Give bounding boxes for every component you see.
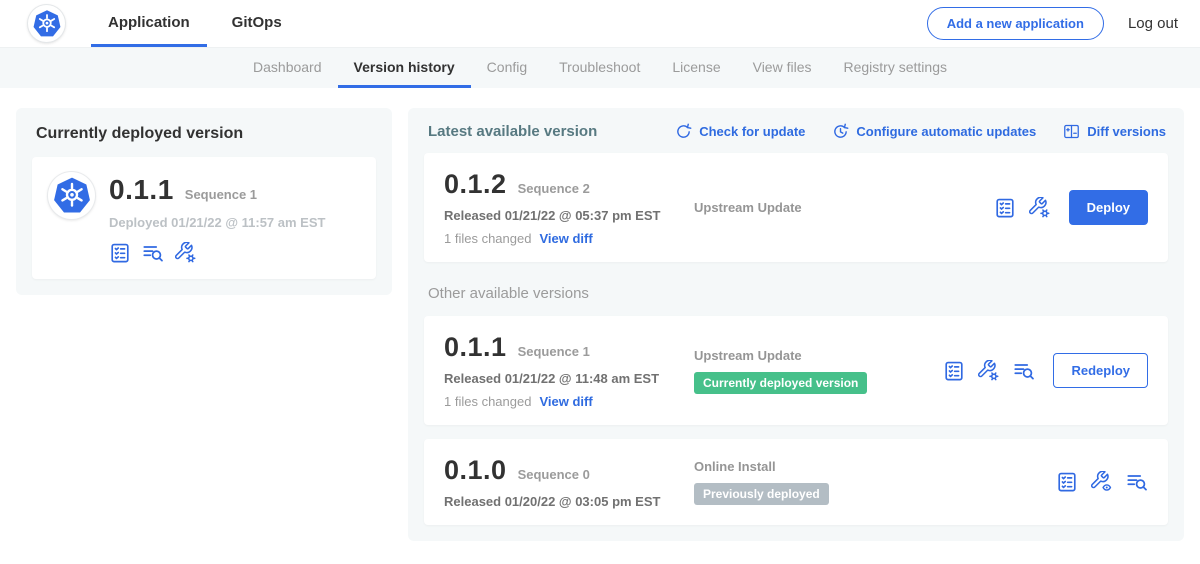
deployed-version-label: 0.1.1	[109, 174, 174, 206]
kubernetes-logo	[28, 5, 65, 42]
preflight-checks-icon[interactable]	[994, 197, 1016, 219]
header-right: Add a new application Log out	[927, 7, 1178, 40]
latest-version-header: Latest available version Check for updat…	[428, 123, 1166, 140]
version-info: 0.1.0 Sequence 0 Released 01/20/22 @ 03:…	[444, 455, 694, 509]
redeploy-button[interactable]: Redeploy	[1053, 353, 1148, 388]
version-info: 0.1.2 Sequence 2 Released 01/21/22 @ 05:…	[444, 169, 694, 246]
version-actions	[1056, 471, 1148, 493]
app-logo	[48, 172, 95, 219]
edit-config-icon[interactable]	[978, 360, 1000, 382]
tab-troubleshoot[interactable]: Troubleshoot	[543, 48, 656, 88]
version-row-0-1-0: 0.1.0 Sequence 0 Released 01/20/22 @ 03:…	[424, 439, 1168, 525]
source-label: Upstream Update	[694, 200, 802, 215]
tab-view-files[interactable]: View files	[737, 48, 828, 88]
currently-deployed-title: Currently deployed version	[36, 125, 376, 143]
released-timestamp: Released 01/20/22 @ 03:05 pm EST	[444, 494, 694, 509]
version-label: 0.1.1	[444, 332, 507, 363]
tab-config[interactable]: Config	[471, 48, 543, 88]
configure-automatic-updates-link[interactable]: Configure automatic updates	[832, 123, 1036, 140]
preflight-checks-icon[interactable]	[1056, 471, 1078, 493]
view-diff-link[interactable]: View diff	[539, 231, 592, 246]
schedule-update-icon	[832, 123, 849, 140]
version-actions: Redeploy	[943, 353, 1148, 388]
version-source: Upstream Update	[694, 200, 802, 215]
check-for-update-label: Check for update	[699, 124, 805, 139]
diff-icon	[1063, 123, 1080, 140]
configure-automatic-updates-label: Configure automatic updates	[856, 124, 1036, 139]
tab-application[interactable]: Application	[91, 0, 207, 47]
edit-config-icon[interactable]	[175, 242, 197, 264]
add-application-button[interactable]: Add a new application	[927, 7, 1104, 40]
previously-deployed-badge: Previously deployed	[694, 483, 829, 505]
version-info: 0.1.1 Sequence 1 Released 01/21/22 @ 11:…	[444, 332, 694, 409]
deploy-logs-icon[interactable]	[142, 242, 164, 264]
latest-version-title: Latest available version	[428, 123, 597, 140]
source-label: Upstream Update	[694, 348, 867, 363]
version-row-0-1-2: 0.1.2 Sequence 2 Released 01/21/22 @ 05:…	[424, 153, 1168, 262]
edit-config-icon[interactable]	[1029, 197, 1051, 219]
version-source: Upstream Update Currently deployed versi…	[694, 348, 867, 394]
diff-versions-link[interactable]: Diff versions	[1063, 123, 1166, 140]
refresh-icon	[675, 123, 692, 140]
panel-actions: Check for update Configure automatic upd…	[675, 123, 1166, 140]
deploy-logs-icon[interactable]	[1126, 471, 1148, 493]
sequence-label: Sequence 2	[518, 181, 590, 196]
view-config-icon[interactable]	[1091, 471, 1113, 493]
main-content: Currently deployed version 0.1.1 Sequenc…	[0, 88, 1200, 561]
version-history-panel: Latest available version Check for updat…	[408, 108, 1184, 541]
version-row-0-1-1: 0.1.1 Sequence 1 Released 01/21/22 @ 11:…	[424, 316, 1168, 425]
preflight-checks-icon[interactable]	[943, 360, 965, 382]
app-header: Application GitOps Add a new application…	[0, 0, 1200, 47]
tab-dashboard[interactable]: Dashboard	[237, 48, 338, 88]
version-source: Online Install Previously deployed	[694, 459, 829, 505]
diff-versions-label: Diff versions	[1087, 124, 1166, 139]
tab-license[interactable]: License	[656, 48, 736, 88]
check-for-update-link[interactable]: Check for update	[675, 123, 805, 140]
version-label: 0.1.0	[444, 455, 507, 486]
sequence-label: Sequence 1	[518, 344, 590, 359]
source-label: Online Install	[694, 459, 829, 474]
released-timestamp: Released 01/21/22 @ 05:37 pm EST	[444, 208, 694, 223]
currently-deployed-card: Currently deployed version 0.1.1 Sequenc…	[16, 108, 392, 295]
other-versions-title: Other available versions	[428, 285, 1164, 302]
deployed-sequence-label: Sequence 1	[185, 187, 257, 202]
deploy-button[interactable]: Deploy	[1069, 190, 1148, 225]
logout-link[interactable]: Log out	[1128, 15, 1178, 32]
app-subnav: Dashboard Version history Config Trouble…	[0, 47, 1200, 88]
released-timestamp: Released 01/21/22 @ 11:48 am EST	[444, 371, 694, 386]
deployed-version-info: 0.1.1 Sequence 1 Deployed 01/21/22 @ 11:…	[109, 172, 325, 264]
deployed-version-card: 0.1.1 Sequence 1 Deployed 01/21/22 @ 11:…	[32, 157, 376, 279]
deployed-timestamp: Deployed 01/21/22 @ 11:57 am EST	[109, 215, 325, 230]
files-changed-label: 1 files changed	[444, 394, 531, 409]
tab-version-history[interactable]: Version history	[338, 48, 471, 88]
sequence-label: Sequence 0	[518, 467, 590, 482]
tab-gitops[interactable]: GitOps	[215, 0, 299, 47]
header-tabs: Application GitOps	[91, 0, 307, 47]
preflight-checks-icon[interactable]	[109, 242, 131, 264]
deploy-logs-icon[interactable]	[1013, 360, 1035, 382]
files-changed-label: 1 files changed	[444, 231, 531, 246]
deployed-actions	[109, 242, 325, 264]
version-label: 0.1.2	[444, 169, 507, 200]
tab-registry-settings[interactable]: Registry settings	[828, 48, 963, 88]
currently-deployed-badge: Currently deployed version	[694, 372, 867, 394]
version-actions: Deploy	[994, 190, 1148, 225]
view-diff-link[interactable]: View diff	[539, 394, 592, 409]
